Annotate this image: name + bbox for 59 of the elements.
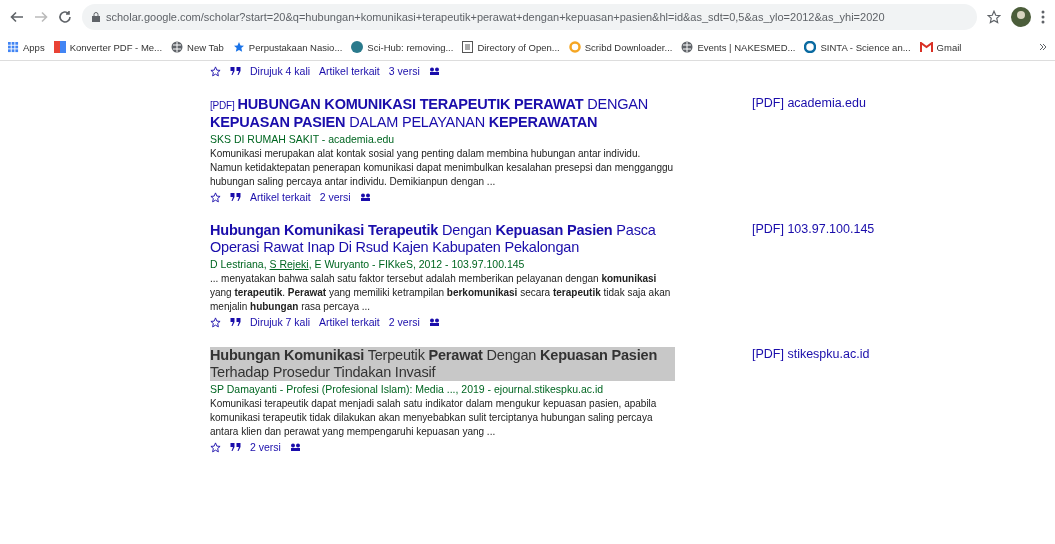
bookmark[interactable]: Scribd Downloader... xyxy=(568,41,673,53)
footer-link[interactable]: Artikel terkait xyxy=(250,190,311,204)
globe-icon xyxy=(171,41,184,53)
bookmark[interactable]: Events | NAKESMED... xyxy=(681,41,796,53)
pdf-link[interactable]: [PDF] academia.edu xyxy=(752,96,866,113)
pdf-link[interactable]: [PDF] 103.97.100.145 xyxy=(752,222,875,239)
footer-link[interactable]: 3 versi xyxy=(388,64,420,78)
avatar-icon[interactable] xyxy=(1011,7,1031,27)
reload-icon[interactable] xyxy=(58,10,72,24)
result-snippet: Komunikasi terapeutik dapat menjadi salah satu indikator dalam mengukur kepuasan pasien, apabila komunikasi terapeutik tidak dilakukan akan menyebabkan sulit terciptanya hubungan saling percaya antara klien dan perawat yang mempengaruhi kepuasan yang ... xyxy=(210,397,658,439)
author-line: SP Damayanti - Profesi (Profesional Islam): Media ..., 2019 - ejournal.stikespku.ac.id xyxy=(210,382,605,396)
bookmark[interactable]: Perpustakaan Nasio... xyxy=(232,41,343,53)
circle-logo-icon xyxy=(351,41,364,53)
bookmark[interactable]: Gmail xyxy=(919,41,962,53)
bookmark[interactable]: Directory of Open... xyxy=(462,41,560,53)
apps-grid-icon xyxy=(8,41,19,53)
colorful-square-icon xyxy=(53,41,66,53)
cite-icon[interactable] xyxy=(230,442,241,452)
address-bar[interactable]: scholar.google.com/scholar?start=20&q=hubungan+komunikasi+terapeutik+perawat+dengan+kepuasan+pasien&hl=id&as_sdt=0,5&as_ylo=2012&as_yhi=2020 xyxy=(82,4,977,30)
globe-icon xyxy=(681,41,694,53)
footer-link[interactable]: 2 versi xyxy=(388,315,420,329)
bookmark-star-icon[interactable] xyxy=(987,10,1001,24)
bookmark[interactable]: New Tab xyxy=(171,41,224,53)
more-bookmarks-icon[interactable] xyxy=(1039,43,1047,51)
result-title[interactable]: Hubungan Komunikasi Terpeutik Perawat Dengan Kepuasan Pasien Terhadap Prosedur Tindakan Invasif xyxy=(210,347,675,381)
result-title[interactable]: Hubungan Komunikasi Terapeutik Dengan Kepuasan Pasien Pasca Operasi Rawat Inap Di Rsud Kajen Kabupaten Pekalongan xyxy=(210,222,675,256)
star-icon[interactable] xyxy=(210,316,221,328)
cite-icon[interactable] xyxy=(230,66,241,76)
star-icon[interactable] xyxy=(210,441,221,453)
circle-logo-icon xyxy=(804,41,817,53)
document-icon xyxy=(462,41,474,53)
result-snippet: Komunikasi merupakan alat kontak sosial yang penting dalam membina hubungan antar individu. Namun ketidaktepatan penerapan komunikasi dapat menimbulkan kesalahan presepsi dan mengganggu hubungan saling percaya antar individu. Demikianpun dengan ... xyxy=(210,147,675,189)
bookmark[interactable]: Apps xyxy=(8,41,45,53)
ring-icon xyxy=(568,41,581,53)
footer-link[interactable]: 2 versi xyxy=(250,440,281,454)
result-snippet: ... menyatakan bahwa salah satu faktor tersebut adalah memberikan pelayanan dengan komunikasi yang terapeutik. Perawat yang memiliki ketrampilan berkomunikasi secara terapeutik tidak saja akan menjalin hubungan rasa percaya ... xyxy=(210,272,672,314)
cite-icon[interactable] xyxy=(230,317,241,327)
footer-link[interactable]: 2 versi xyxy=(319,190,351,204)
author-link[interactable]: S Rejeki xyxy=(269,258,309,270)
footer-link[interactable]: Artikel terkait xyxy=(319,315,380,329)
star-icon[interactable] xyxy=(210,65,221,77)
pdf-link[interactable]: [PDF] stikespku.ac.id xyxy=(752,347,870,364)
bookmark[interactable]: Sci-Hub: removing... xyxy=(351,41,454,53)
footer-link[interactable]: Dirujuk 7 kali xyxy=(250,315,311,329)
result-title[interactable]: [PDF] HUBUNGAN KOMUNIKASI TERAPEUTIK PERAWAT DENGAN KEPUASAN PASIEN DALAM PELAYANAN KEPERAWATAN xyxy=(210,96,675,131)
author-line: SKS DI RUMAH SAKIT - academia.edu xyxy=(210,132,396,146)
lock-icon xyxy=(92,12,100,22)
star-icon[interactable] xyxy=(210,191,221,203)
menu-icon[interactable] xyxy=(1041,10,1045,24)
cite-icon[interactable] xyxy=(230,192,241,202)
mail-icon xyxy=(919,42,933,52)
star-icon xyxy=(232,41,245,53)
footer-link[interactable]: Artikel terkait xyxy=(319,64,380,78)
author-line: D Lestriana, S Rejeki, E Wuryanto - FIKkeS, 2012 - 103.97.100.145 xyxy=(210,257,526,271)
url-text: scholar.google.com/scholar?start=20&q=hubungan+komunikasi+terapeutik+perawat+dengan+kepuasan+pasien&hl=id&as_sdt=0,5&as_ylo=2012&as_yhi=2020 xyxy=(106,11,885,23)
bookmark[interactable]: SINTA - Science an... xyxy=(804,41,911,53)
bookmark[interactable]: Konverter PDF - Me... xyxy=(53,41,163,53)
footer-link[interactable]: Dirujuk 4 kali xyxy=(250,64,311,78)
back-icon[interactable] xyxy=(10,10,24,24)
